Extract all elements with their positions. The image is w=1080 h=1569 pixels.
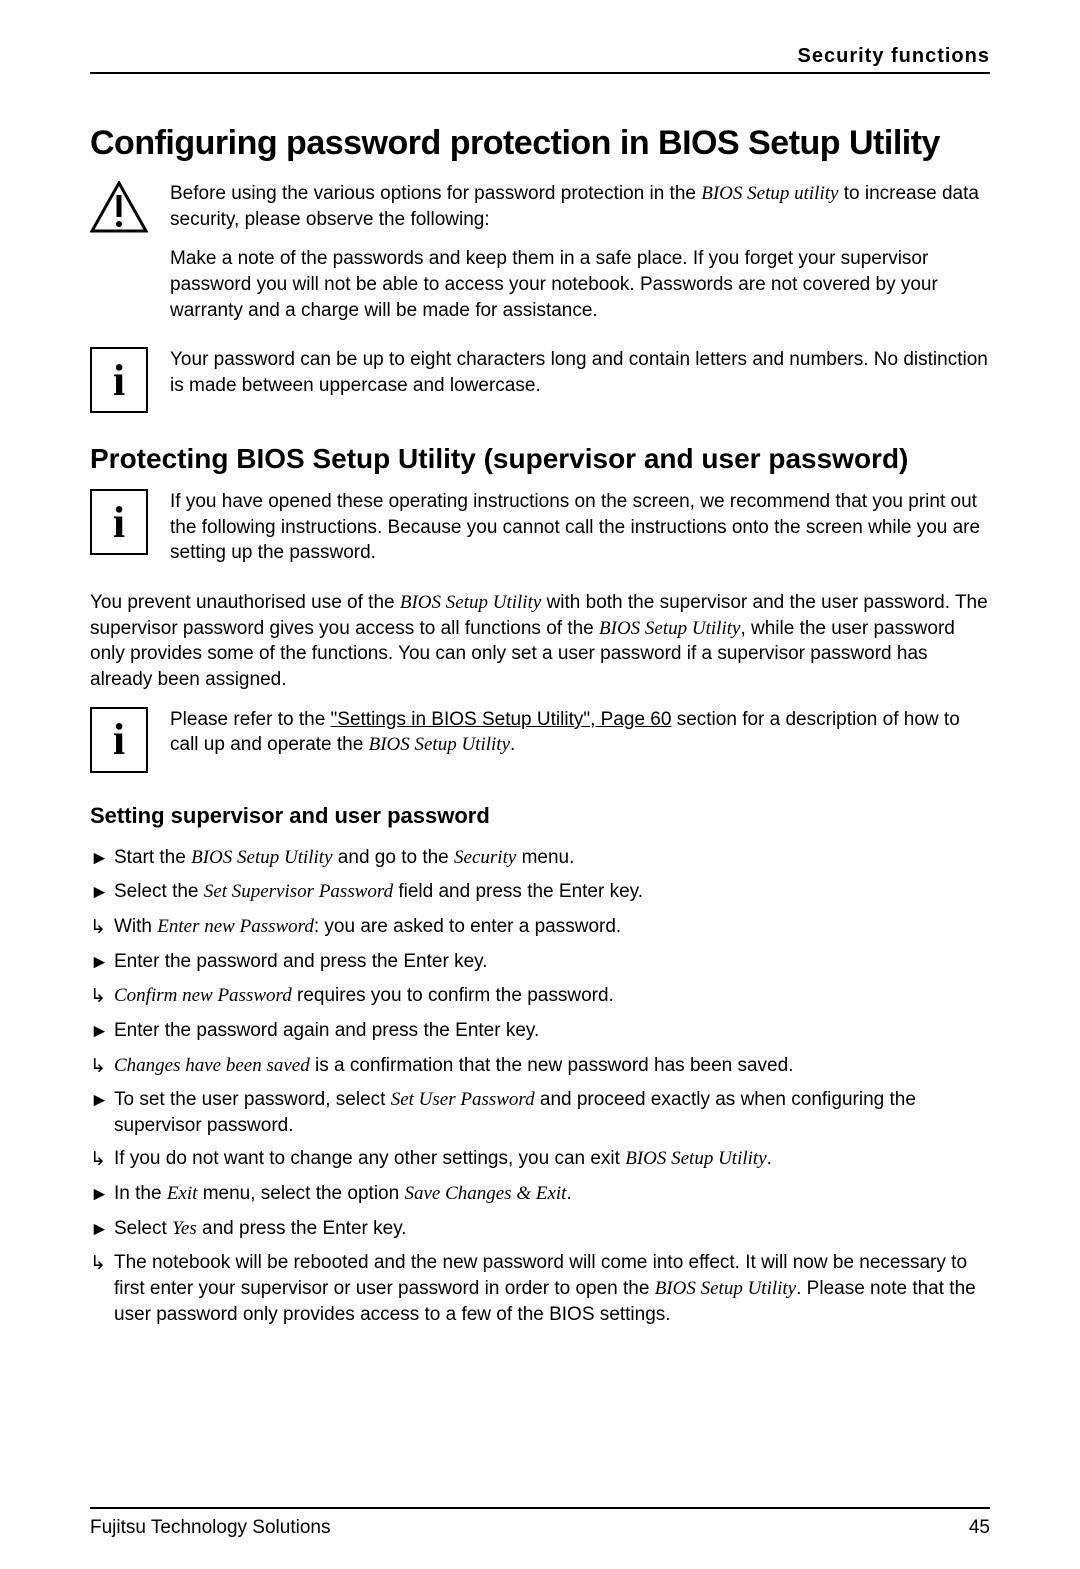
step-text: In the Exit menu, select the option Save… bbox=[114, 1181, 990, 1207]
step-text: Enter the password and press the Enter k… bbox=[114, 949, 990, 975]
result-bullet-icon: ↳ bbox=[90, 1146, 114, 1173]
step-text: To set the user password, select Set Use… bbox=[114, 1087, 990, 1138]
step-text: If you do not want to change any other s… bbox=[114, 1146, 990, 1172]
main-paragraph: You prevent unauthorised use of the BIOS… bbox=[90, 590, 990, 693]
step-text: Confirm new Password requires you to con… bbox=[114, 983, 990, 1009]
action-bullet-icon: ► bbox=[90, 1216, 114, 1243]
step-item: ↳The notebook will be rebooted and the n… bbox=[90, 1250, 990, 1327]
steps-list: ►Start the BIOS Setup Utility and go to … bbox=[90, 845, 990, 1328]
action-bullet-icon: ► bbox=[90, 1181, 114, 1208]
step-text: With Enter new Password: you are asked t… bbox=[114, 914, 990, 940]
step-item: ►Select the Set Supervisor Password fiel… bbox=[90, 879, 990, 906]
result-bullet-icon: ↳ bbox=[90, 1053, 114, 1080]
footer-page-number: 45 bbox=[969, 1517, 990, 1539]
info3-p1: Please refer to the "Settings in BIOS Se… bbox=[170, 707, 990, 758]
info-icon: i bbox=[90, 707, 148, 773]
info-note-2: i If you have opened these operating ins… bbox=[90, 489, 990, 566]
step-item: ►Enter the password and press the Enter … bbox=[90, 949, 990, 976]
warning-note: Before using the various options for pas… bbox=[90, 181, 990, 323]
result-bullet-icon: ↳ bbox=[90, 914, 114, 941]
action-bullet-icon: ► bbox=[90, 1087, 114, 1114]
action-bullet-icon: ► bbox=[90, 949, 114, 976]
heading-3: Setting supervisor and user password bbox=[90, 803, 990, 829]
info2-p1: If you have opened these operating instr… bbox=[170, 489, 990, 566]
heading-1: Configuring password protection in BIOS … bbox=[90, 124, 990, 163]
action-bullet-icon: ► bbox=[90, 879, 114, 906]
header-section: Security functions bbox=[90, 45, 990, 68]
step-text: Select the Set Supervisor Password field… bbox=[114, 879, 990, 905]
page-header: Security functions bbox=[90, 45, 990, 74]
info1-p1: Your password can be up to eight charact… bbox=[170, 347, 990, 398]
step-text: Select Yes and press the Enter key. bbox=[114, 1216, 990, 1242]
step-item: ►To set the user password, select Set Us… bbox=[90, 1087, 990, 1138]
step-item: ►Enter the password again and press the … bbox=[90, 1018, 990, 1045]
info-note-1: i Your password can be up to eight chara… bbox=[90, 347, 990, 413]
warning-p1: Before using the various options for pas… bbox=[170, 181, 990, 232]
step-text: Start the BIOS Setup Utility and go to t… bbox=[114, 845, 990, 871]
step-item: ↳If you do not want to change any other … bbox=[90, 1146, 990, 1173]
result-bullet-icon: ↳ bbox=[90, 1250, 114, 1277]
warning-icon bbox=[90, 181, 148, 233]
step-item: ►In the Exit menu, select the option Sav… bbox=[90, 1181, 990, 1208]
warning-p2: Make a note of the passwords and keep th… bbox=[170, 246, 990, 323]
step-item: ↳Confirm new Password requires you to co… bbox=[90, 983, 990, 1010]
step-item: ↳With Enter new Password: you are asked … bbox=[90, 914, 990, 941]
step-item: ↳Changes have been saved is a confirmati… bbox=[90, 1053, 990, 1080]
info-note-3: i Please refer to the "Settings in BIOS … bbox=[90, 707, 990, 773]
info-icon: i bbox=[90, 347, 148, 413]
cross-ref-link[interactable]: "Settings in BIOS Setup Utility", Page 6… bbox=[331, 709, 672, 730]
result-bullet-icon: ↳ bbox=[90, 983, 114, 1010]
action-bullet-icon: ► bbox=[90, 1018, 114, 1045]
action-bullet-icon: ► bbox=[90, 845, 114, 872]
info-icon: i bbox=[90, 489, 148, 555]
step-item: ►Select Yes and press the Enter key. bbox=[90, 1216, 990, 1243]
step-text: Changes have been saved is a confirmatio… bbox=[114, 1053, 990, 1079]
step-item: ►Start the BIOS Setup Utility and go to … bbox=[90, 845, 990, 872]
step-text: Enter the password again and press the E… bbox=[114, 1018, 990, 1044]
footer-vendor: Fujitsu Technology Solutions bbox=[90, 1517, 330, 1539]
page-footer: Fujitsu Technology Solutions 45 bbox=[90, 1507, 990, 1539]
heading-2: Protecting BIOS Setup Utility (superviso… bbox=[90, 443, 990, 475]
step-text: The notebook will be rebooted and the ne… bbox=[114, 1250, 990, 1327]
